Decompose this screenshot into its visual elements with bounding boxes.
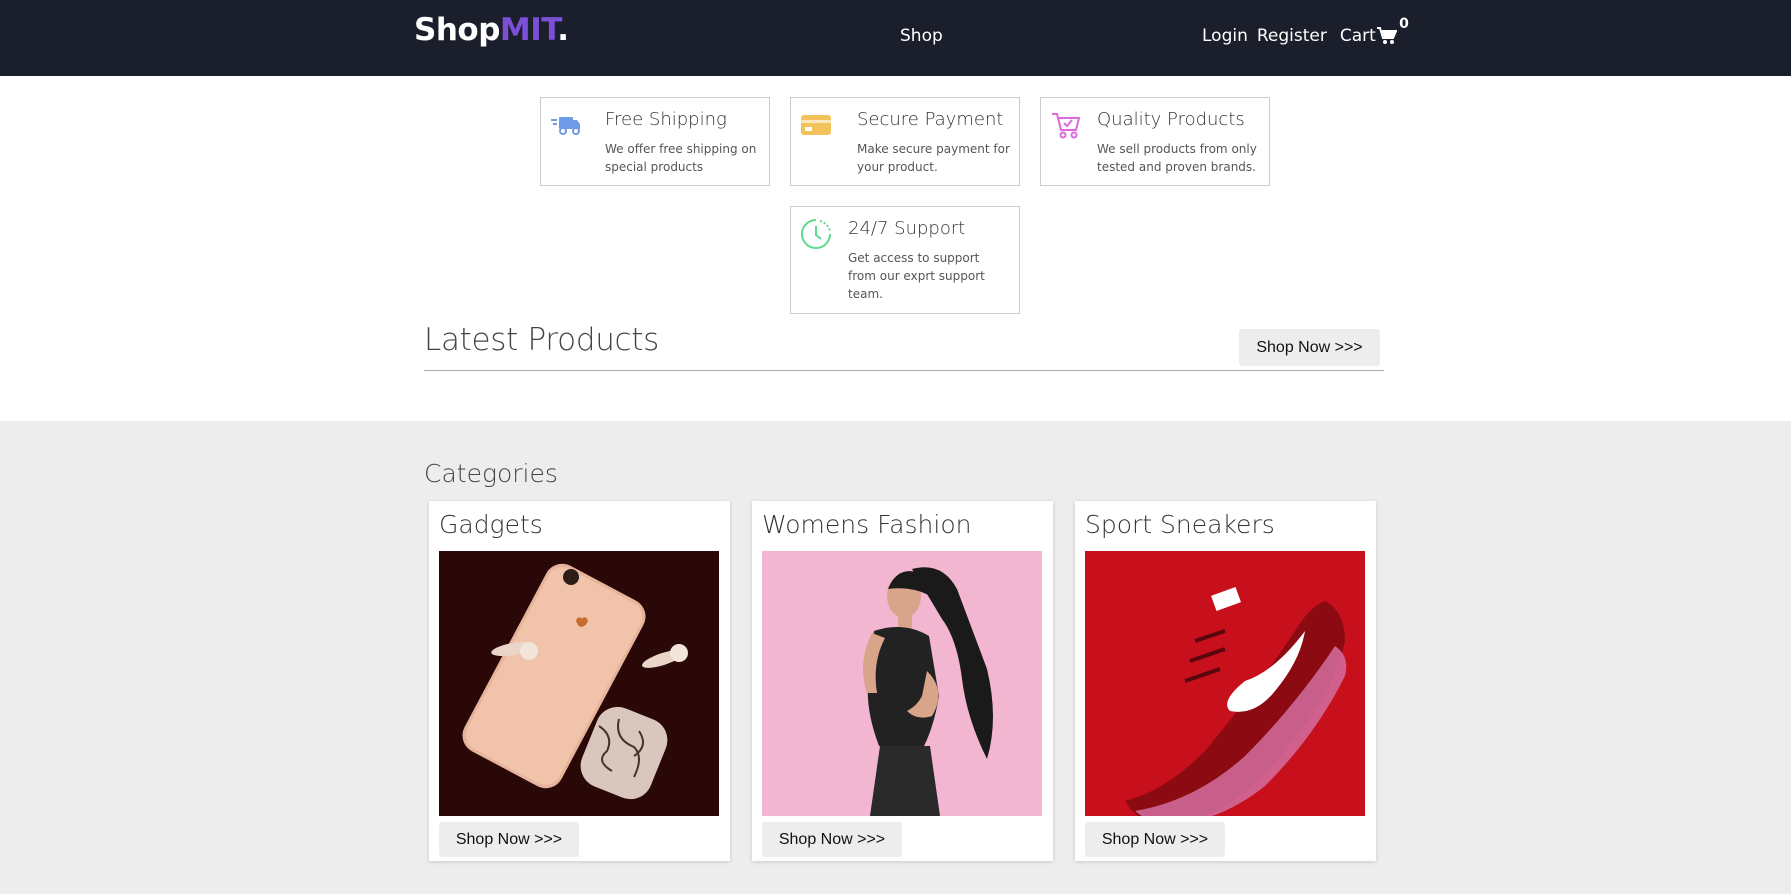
brand-accent-text: MIT [499,12,558,48]
categories-heading: Categories [424,459,558,488]
category-card-womens-fashion[interactable]: Womens Fashion Shop Now >>> [752,501,1053,861]
cart-icon [1376,27,1397,44]
feature-description: Make secure payment for your product. [857,142,1010,174]
feature-description: We offer free shipping on special produc… [605,142,757,174]
nav-cart-link[interactable]: Cart 0 [1339,16,1409,46]
feature-title: Secure Payment [857,109,1004,130]
category-card-gadgets[interactable]: Gadgets Shop Now >>> [429,501,730,861]
category-title: Sport Sneakers [1085,510,1275,539]
nav-link-register[interactable]: Register [1257,26,1327,46]
category-shop-now-button[interactable]: Shop Now >>> [762,822,902,857]
section-divider [424,370,1384,371]
nav-account-links: Login Register Cart 0 [1202,16,1409,46]
feature-description: Get access to support from our exprt sup… [848,251,985,301]
brand-main-text: Shop [414,12,500,48]
category-card-sport-sneakers[interactable]: Sport Sneakers Shop Now >>> [1075,501,1376,861]
feature-support: 24/7 Support Get access to support from … [790,206,1020,314]
cart-count-badge: 0 [1399,16,1409,32]
feature-title: Quality Products [1097,109,1245,130]
cart-check-icon [1052,113,1081,139]
category-title: Womens Fashion [762,510,972,539]
category-shop-now-button[interactable]: Shop Now >>> [1085,822,1225,857]
feature-quality-products: Quality Products We sell products from o… [1040,97,1270,186]
feature-title: Free Shipping [605,109,727,130]
card-icon [801,115,831,135]
nav-link-login[interactable]: Login [1202,26,1248,46]
brand-dot: . [557,12,569,48]
latest-shop-now-button[interactable]: Shop Now >>> [1239,329,1380,366]
category-title: Gadgets [439,510,543,539]
feature-secure-payment: Secure Payment Make secure payment for y… [790,97,1020,186]
woman-pink-background-photo[interactable] [762,551,1042,816]
feature-description: We sell products from only tested and pr… [1097,142,1257,174]
brand-logo[interactable]: ShopMIT. [414,12,569,48]
red-sneaker-photo[interactable] [1085,551,1365,816]
top-navbar: ShopMIT. Shop Login Register Cart 0 [0,0,1791,76]
category-shop-now-button[interactable]: Shop Now >>> [439,822,579,857]
truck-icon [551,117,580,135]
phone-and-earbuds-photo[interactable] [439,551,719,816]
latest-products-heading: Latest Products [424,322,660,358]
nav-link-shop[interactable]: Shop [900,26,943,46]
feature-title: 24/7 Support [848,218,966,239]
feature-free-shipping: Free Shipping We offer free shipping on … [540,97,770,186]
clock-icon [801,219,831,249]
cart-label: Cart [1339,26,1376,46]
